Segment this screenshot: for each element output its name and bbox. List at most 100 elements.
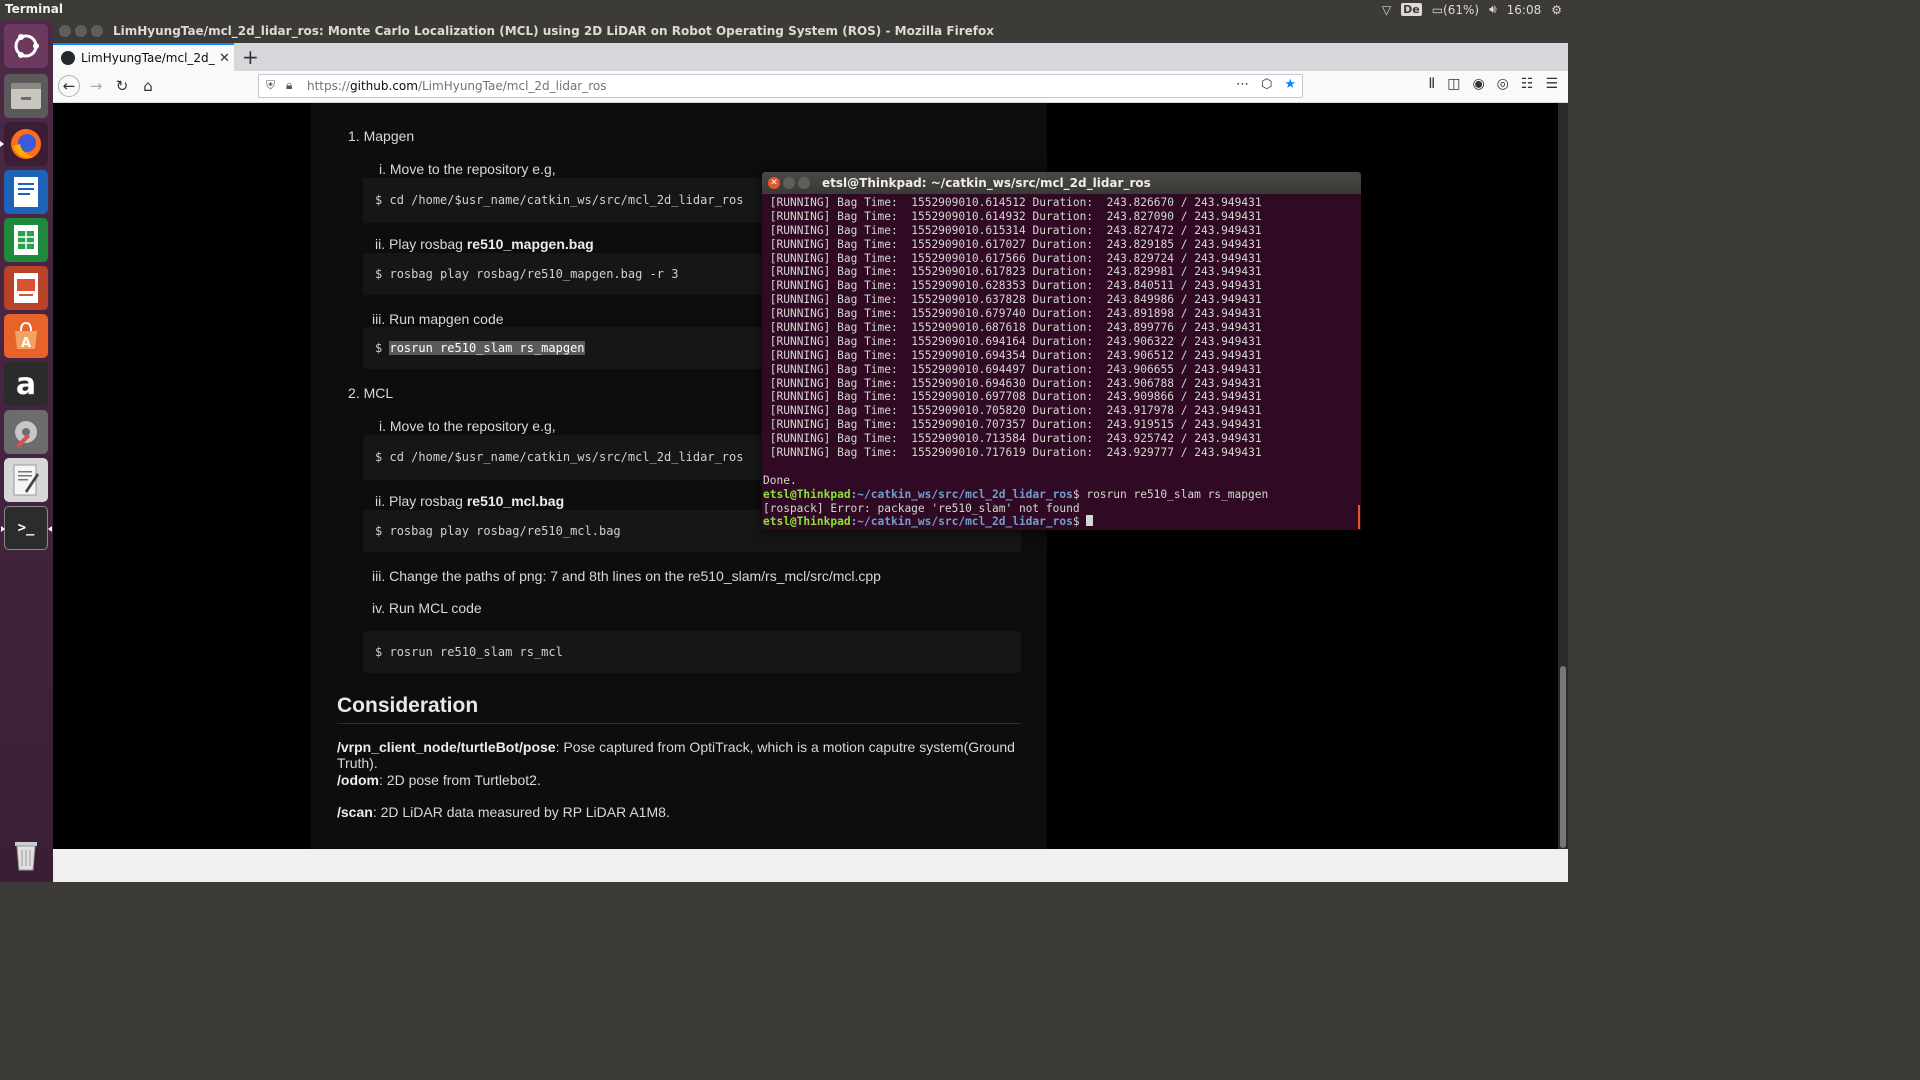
sub-step-text: Run MCL code bbox=[388, 600, 482, 616]
terminal-done-line: Done. bbox=[763, 473, 797, 487]
terminal-dur-label: Duration: bbox=[1032, 334, 1094, 348]
topic-name: /odom bbox=[337, 772, 379, 788]
pocket-icon[interactable]: ⬡ bbox=[1261, 77, 1272, 92]
keyboard-layout-indicator[interactable]: De bbox=[1401, 3, 1422, 16]
navigation-toolbar: ← → ↻ ⌂ ⛨ 🔒︎ https://github.com/LimHyung… bbox=[53, 71, 1568, 103]
close-window-button[interactable] bbox=[59, 25, 71, 37]
menu-hamburger-icon[interactable]: ☰ bbox=[1545, 76, 1558, 92]
forward-button[interactable]: → bbox=[85, 75, 107, 97]
home-button[interactable]: ⌂ bbox=[137, 75, 159, 97]
tab-github-repo[interactable]: LimHyungTae/mcl_2d_li ✕ bbox=[53, 43, 234, 71]
consideration-heading: Consideration bbox=[337, 694, 479, 717]
step-title: MCL bbox=[363, 385, 394, 401]
back-button[interactable]: ← bbox=[58, 75, 80, 97]
terminal-tag: [RUNNING] bbox=[769, 251, 831, 265]
terminal-bag-label: Bag Time: bbox=[837, 321, 898, 335]
terminal-slash: / bbox=[1180, 251, 1188, 265]
url-host: github.com bbox=[350, 79, 418, 93]
terminal-output[interactable]: [RUNNING] Bag Time: 1552909010.614512 Du… bbox=[763, 196, 1360, 530]
terminal-window[interactable]: ✕ etsl@Thinkpad: ~/catkin_ws/src/mcl_2d_… bbox=[762, 172, 1361, 530]
terminal-total: 243.949431 bbox=[1194, 376, 1262, 390]
terminal-duration: 243.925742 bbox=[1106, 432, 1174, 446]
sidebar-icon[interactable]: ◫ bbox=[1447, 76, 1460, 92]
amazon-icon[interactable]: a bbox=[4, 362, 48, 406]
terminal-total: 243.949431 bbox=[1194, 404, 1262, 418]
terminal-title: etsl@Thinkpad: ~/catkin_ws/src/mcl_2d_li… bbox=[822, 176, 1151, 190]
terminal-bag-label: Bag Time: bbox=[837, 446, 898, 460]
terminal-dur-label: Duration: bbox=[1032, 376, 1094, 390]
terminal-cursor bbox=[1086, 515, 1094, 527]
account-icon[interactable]: ◉ bbox=[1472, 76, 1484, 92]
terminal-slash: / bbox=[1180, 404, 1188, 418]
url-bar-actions: ⋯ ⬡ ★ bbox=[1236, 77, 1296, 92]
terminal-slash: / bbox=[1180, 209, 1188, 223]
terminal-titlebar[interactable]: ✕ etsl@Thinkpad: ~/catkin_ws/src/mcl_2d_… bbox=[762, 172, 1361, 194]
system-settings-icon[interactable] bbox=[4, 410, 48, 454]
terminal-maximize-button[interactable] bbox=[798, 177, 810, 189]
terminal-tag: [RUNNING] bbox=[769, 446, 831, 460]
tracking-protection-icon[interactable]: ⛨ bbox=[266, 78, 275, 93]
text-editor-icon[interactable] bbox=[4, 458, 48, 502]
library-icon[interactable]: Ⅱ bbox=[1428, 76, 1435, 92]
page-scrollbar-thumb[interactable] bbox=[1560, 666, 1566, 848]
step-mcl-heading: 2. MCL bbox=[348, 385, 393, 401]
url-text: https://github.com/LimHyungTae/mcl_2d_li… bbox=[307, 79, 607, 93]
terminal-dur-label: Duration: bbox=[1032, 418, 1094, 432]
terminal-tag: [RUNNING] bbox=[769, 209, 831, 223]
terminal-total: 243.949431 bbox=[1194, 362, 1262, 376]
terminal-slash: / bbox=[1180, 223, 1188, 237]
terminal-bag-label: Bag Time: bbox=[837, 334, 898, 348]
terminal-bag-time: 1552909010.614932 bbox=[911, 209, 1026, 223]
terminal-bag-time: 1552909010.617566 bbox=[911, 251, 1026, 265]
terminal-icon[interactable]: >_ bbox=[1, 506, 52, 550]
sub-step-text: Move to the repository e.g, bbox=[389, 161, 556, 177]
page-actions-icon[interactable]: ⋯ bbox=[1236, 77, 1249, 92]
url-scheme: https:// bbox=[307, 79, 351, 93]
terminal-slash: / bbox=[1180, 390, 1188, 404]
terminal-dur-label: Duration: bbox=[1032, 251, 1094, 265]
settings-gear-icon[interactable]: ⚙ bbox=[1551, 3, 1562, 17]
maximize-window-button[interactable] bbox=[91, 25, 103, 37]
close-tab-icon[interactable]: ✕ bbox=[219, 51, 230, 66]
terminal-close-button[interactable]: ✕ bbox=[768, 177, 780, 189]
ubuntu-software-icon[interactable]: A bbox=[4, 314, 48, 358]
terminal-tag: [RUNNING] bbox=[769, 293, 831, 307]
url-bar[interactable]: ⛨ 🔒︎ https://github.com/LimHyungTae/mcl_… bbox=[258, 74, 1303, 98]
ubuntu-dash-icon[interactable] bbox=[4, 24, 48, 68]
terminal-total: 243.949431 bbox=[1194, 223, 1262, 237]
terminal-minimize-button[interactable] bbox=[783, 177, 795, 189]
battery-icon[interactable]: ▭(61%) bbox=[1432, 3, 1479, 17]
trash-icon[interactable] bbox=[4, 832, 48, 876]
terminal-slash: / bbox=[1180, 321, 1188, 335]
reload-button[interactable]: ↻ bbox=[111, 75, 133, 97]
new-tab-button[interactable]: + bbox=[242, 45, 259, 69]
libreoffice-impress-icon[interactable] bbox=[4, 266, 48, 310]
extensions-grid-icon[interactable]: ☷ bbox=[1521, 76, 1534, 92]
libreoffice-calc-icon[interactable] bbox=[4, 218, 48, 262]
extension-icon[interactable]: ◎ bbox=[1497, 76, 1509, 92]
clock[interactable]: 16:08 bbox=[1507, 3, 1542, 17]
terminal-tag: [RUNNING] bbox=[769, 334, 831, 348]
code-block[interactable]: $ rosrun re510_slam rs_mcl bbox=[363, 631, 1021, 673]
terminal-bag-time: 1552909010.617823 bbox=[911, 265, 1026, 279]
lock-icon[interactable]: 🔒︎ bbox=[286, 78, 292, 93]
firefox-icon[interactable] bbox=[0, 122, 48, 166]
bookmark-star-icon[interactable]: ★ bbox=[1284, 77, 1296, 92]
prompt-user: etsl@Thinkpad bbox=[763, 487, 851, 501]
files-icon[interactable] bbox=[4, 74, 48, 118]
wifi-icon[interactable]: ▽ bbox=[1382, 3, 1391, 17]
terminal-slash: / bbox=[1180, 446, 1188, 460]
step-title: Mapgen bbox=[363, 128, 415, 144]
terminal-total: 243.949431 bbox=[1194, 237, 1262, 251]
firefox-titlebar[interactable]: LimHyungTae/mcl_2d_lidar_ros: Monte Carl… bbox=[53, 20, 1568, 43]
sub-step-number: iii. bbox=[372, 568, 386, 584]
terminal-resize-edge[interactable] bbox=[1358, 505, 1360, 529]
minimize-window-button[interactable] bbox=[75, 25, 87, 37]
toolbar-right: Ⅱ ◫ ◉ ◎ ☷ ☰ bbox=[1428, 76, 1558, 92]
sub-step: iii. Run mapgen code bbox=[372, 311, 504, 327]
terminal-duration: 243.829185 bbox=[1106, 237, 1174, 251]
libreoffice-writer-icon[interactable] bbox=[4, 170, 48, 214]
terminal-total: 243.949431 bbox=[1194, 348, 1262, 362]
volume-icon[interactable]: 🔊︎ bbox=[1489, 2, 1497, 17]
terminal-bag-time: 1552909010.694630 bbox=[911, 376, 1026, 390]
